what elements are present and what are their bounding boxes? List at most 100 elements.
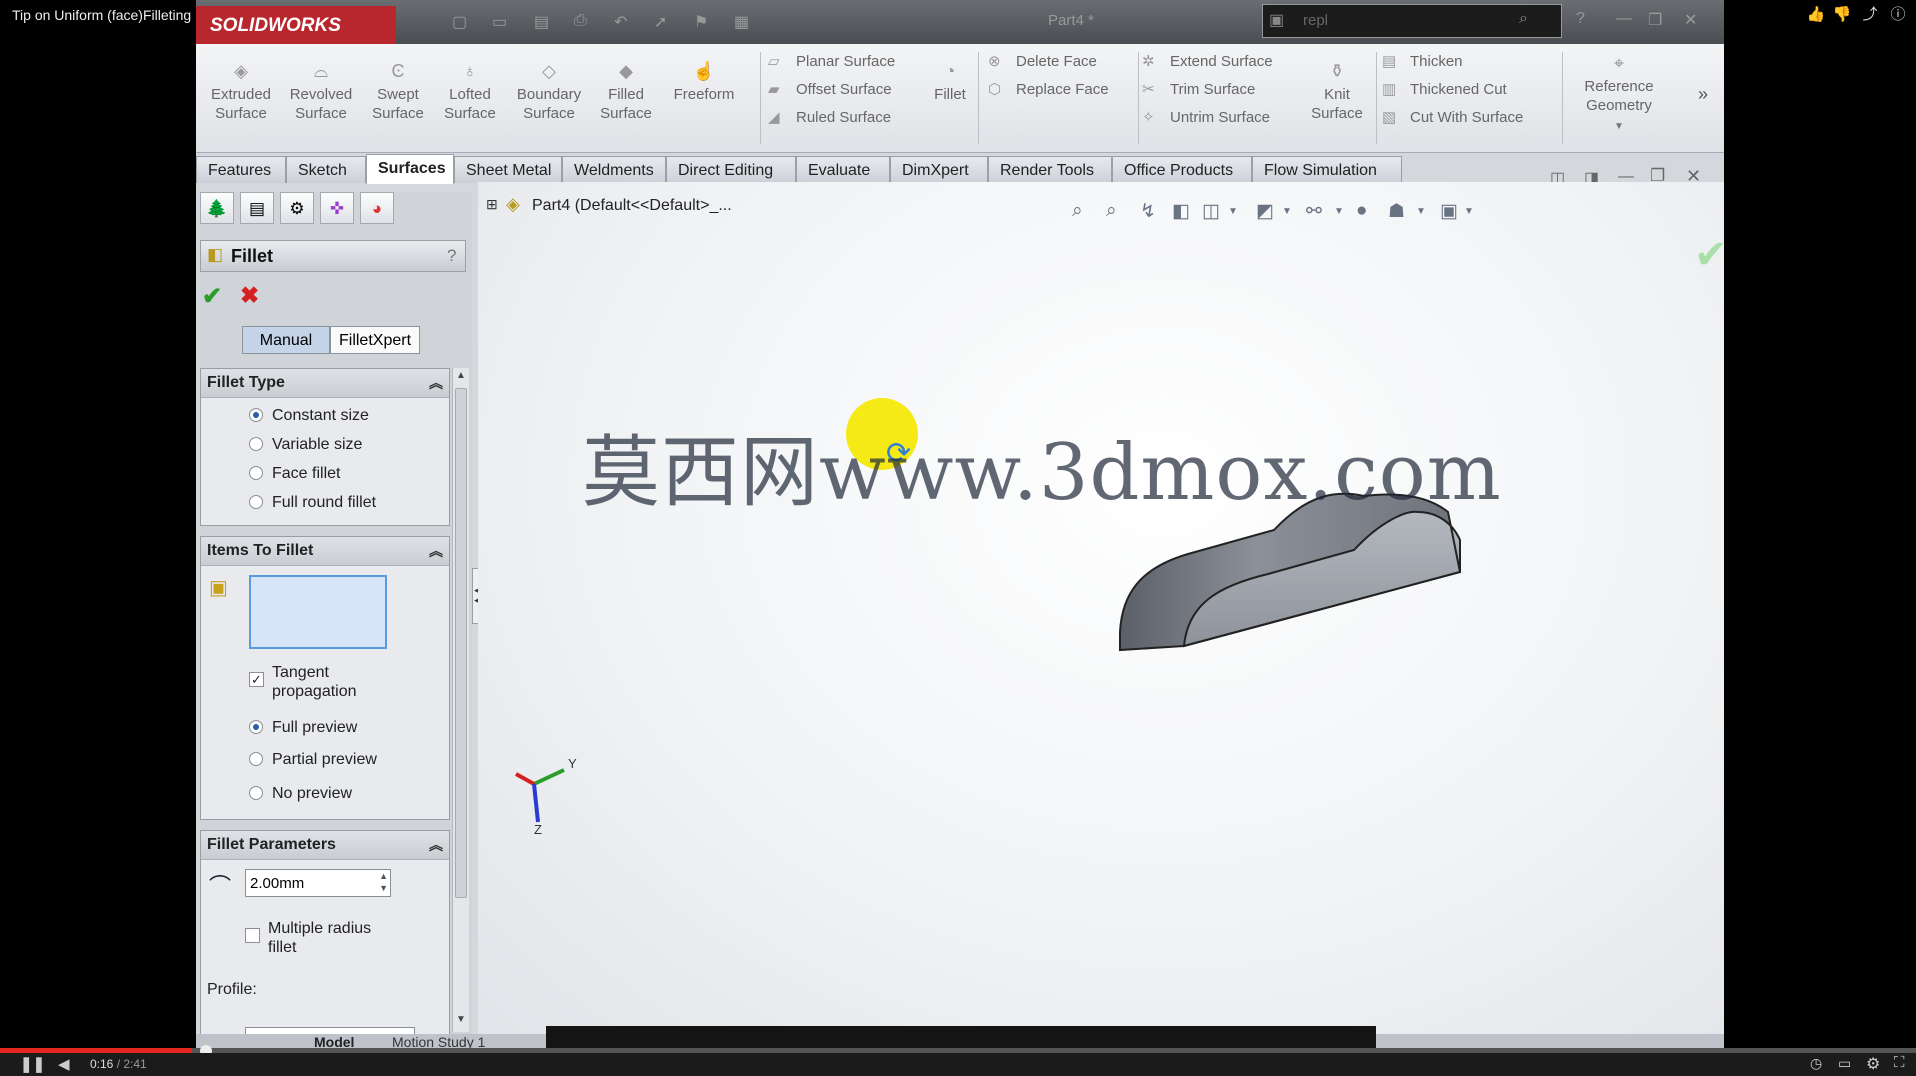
ribbon-expand-icon[interactable]: » xyxy=(1698,84,1708,105)
zoom-to-fit-icon[interactable]: ⌕ xyxy=(1072,200,1083,222)
help-icon[interactable]: ? xyxy=(1576,10,1585,28)
tab-sheet-metal[interactable]: Sheet Metal xyxy=(454,156,562,183)
expand-tree-icon[interactable]: ⊞ xyxy=(486,196,498,213)
extruded-surface-button[interactable]: ◈ Extruded Surface xyxy=(206,60,276,123)
hide-show-icon[interactable]: ⚯ xyxy=(1306,200,1322,223)
confirm-check-icon[interactable]: ✔ xyxy=(1694,232,1724,278)
chevron-down-icon[interactable]: ▼ xyxy=(1334,206,1344,217)
swept-surface-button[interactable]: Ͼ Swept Surface xyxy=(366,60,430,123)
fillet-type-header[interactable]: Fillet Type ︽ xyxy=(201,369,449,398)
collapse-icon[interactable]: ︽ xyxy=(429,373,443,393)
graphics-viewport[interactable]: ⊞ ◈ Part4 (Default<<Default>_... ⌕ ⌕ ↯ ◧… xyxy=(478,182,1724,1046)
search-box[interactable]: ▣ repl ⌕ xyxy=(1262,4,1562,38)
property-manager-icon[interactable]: ▤ xyxy=(240,192,274,224)
view-orientation-icon[interactable]: ◫ xyxy=(1202,200,1220,223)
multiple-radius-checkbox[interactable]: Multiple radius fillet xyxy=(245,919,371,957)
filled-surface-button[interactable]: ◆ Filled Surface xyxy=(594,60,658,123)
tab-evaluate[interactable]: Evaluate xyxy=(796,156,890,183)
partial-preview-radio[interactable]: Partial preview xyxy=(249,751,377,769)
volume-icon[interactable]: ◀ xyxy=(58,1055,70,1073)
revolved-surface-button[interactable]: ⌓ Revolved Surface xyxy=(286,60,356,123)
ok-check-icon[interactable]: ✔ xyxy=(202,282,222,311)
reference-geometry-button[interactable]: ⌖ Reference Geometry ▼ xyxy=(1570,52,1668,136)
new-doc-icon[interactable]: ▢ xyxy=(452,12,467,32)
constant-size-radio[interactable]: Constant size xyxy=(249,407,369,425)
freeform-button[interactable]: ☝ Freeform xyxy=(666,60,742,104)
dimxpert-manager-icon[interactable]: ✜ xyxy=(320,192,354,224)
search-input[interactable]: repl xyxy=(1303,12,1328,29)
knit-surface-button[interactable]: ⚱ Knit Surface xyxy=(1306,60,1368,123)
trim-surface-button[interactable]: ✂ Trim Surface xyxy=(1142,80,1255,98)
delete-face-button[interactable]: ⊗ Delete Face xyxy=(988,52,1097,70)
boundary-surface-button[interactable]: ◇ Boundary Surface xyxy=(512,60,586,123)
print-icon[interactable]: ⎙ xyxy=(574,12,587,30)
rebuild-icon[interactable]: ⚑ xyxy=(694,12,708,32)
captions-icon[interactable]: ▭ xyxy=(1838,1055,1851,1072)
tab-sketch[interactable]: Sketch xyxy=(286,156,366,183)
tangent-propagation-checkbox[interactable]: ✓ Tangent propagation xyxy=(249,663,357,701)
cut-with-surface-button[interactable]: ▧ Cut With Surface xyxy=(1382,108,1523,126)
variable-size-radio[interactable]: Variable size xyxy=(249,436,362,454)
spin-stepper-icon[interactable]: ▲ ▼ xyxy=(379,870,388,894)
previous-view-icon[interactable]: ↯ xyxy=(1140,200,1156,223)
display-style-icon[interactable]: ◩ xyxy=(1256,200,1274,223)
ruled-surface-button[interactable]: ◢ Ruled Surface xyxy=(768,108,891,126)
tab-dimxpert[interactable]: DimXpert xyxy=(890,156,988,183)
pause-icon[interactable]: ❚❚ xyxy=(20,1055,45,1073)
lofted-surface-button[interactable]: ♁ Lofted Surface xyxy=(438,60,502,123)
info-icon[interactable]: ⓘ xyxy=(1888,5,1908,25)
tab-features[interactable]: Features xyxy=(196,156,286,183)
zoom-to-area-icon[interactable]: ⌕ xyxy=(1106,200,1117,222)
scroll-thumb[interactable] xyxy=(455,388,467,898)
configuration-manager-icon[interactable]: ⚙ xyxy=(280,192,314,224)
open-icon[interactable]: ▭ xyxy=(492,12,507,32)
dislike-icon[interactable]: 👎 xyxy=(1832,5,1852,25)
thicken-button[interactable]: ▤ Thicken xyxy=(1382,52,1463,70)
radius-input[interactable]: 2.00mm ▲ ▼ xyxy=(245,869,391,897)
scene-icon[interactable]: ☗ xyxy=(1388,200,1405,223)
face-fillet-radio[interactable]: Face fillet xyxy=(249,465,340,483)
chevron-down-icon[interactable]: ▼ xyxy=(1228,206,1238,217)
tab-office-products[interactable]: Office Products xyxy=(1112,156,1252,183)
untrim-surface-button[interactable]: ✧ Untrim Surface xyxy=(1142,108,1270,126)
chevron-down-icon[interactable]: ▼ xyxy=(1464,206,1474,217)
close-icon[interactable]: ✕ xyxy=(1684,10,1697,30)
planar-surface-button[interactable]: ▱ Planar Surface xyxy=(768,52,895,70)
share-icon[interactable]: ⤴ xyxy=(1860,5,1880,25)
items-to-fillet-header[interactable]: Items To Fillet ︽ xyxy=(201,537,449,566)
tab-flow-simulation[interactable]: Flow Simulation xyxy=(1252,156,1402,183)
fillet-button[interactable]: ◔ Fillet xyxy=(928,60,972,104)
options-icon[interactable]: ▦ xyxy=(734,12,749,32)
extend-surface-button[interactable]: ✲ Extend Surface xyxy=(1142,52,1273,70)
display-manager-icon[interactable]: ◕ xyxy=(360,192,394,224)
help-icon[interactable]: ? xyxy=(447,246,456,266)
search-scope-icon[interactable]: ▣ xyxy=(1269,10,1284,30)
minimize-icon[interactable]: — xyxy=(1616,10,1632,28)
tab-render-tools[interactable]: Render Tools xyxy=(988,156,1112,183)
watch-later-icon[interactable]: ◷ xyxy=(1810,1055,1822,1072)
tab-weldments[interactable]: Weldments xyxy=(562,156,666,183)
like-icon[interactable]: 👍 xyxy=(1806,5,1826,25)
view-settings-icon[interactable]: ▣ xyxy=(1440,200,1458,223)
full-round-fillet-radio[interactable]: Full round fillet xyxy=(249,494,376,512)
scroll-up-icon[interactable]: ▲ xyxy=(456,370,466,381)
replace-face-button[interactable]: ⬡ Replace Face xyxy=(988,80,1109,98)
manual-tab[interactable]: Manual xyxy=(242,326,330,354)
filletxpert-tab[interactable]: FilletXpert xyxy=(330,326,420,354)
full-preview-radio[interactable]: Full preview xyxy=(249,719,357,737)
offset-surface-button[interactable]: ▰ Offset Surface xyxy=(768,80,892,98)
tab-direct-editing[interactable]: Direct Editing xyxy=(666,156,796,183)
items-selection-box[interactable] xyxy=(249,575,387,649)
no-preview-radio[interactable]: No preview xyxy=(249,785,352,803)
tab-surfaces[interactable]: Surfaces xyxy=(366,154,454,184)
section-view-icon[interactable]: ◧ xyxy=(1172,200,1190,223)
thickened-cut-button[interactable]: ▥ Thickened Cut xyxy=(1382,80,1507,98)
fullscreen-icon[interactable]: ⛶ xyxy=(1894,1054,1905,1071)
chevron-down-icon[interactable]: ▼ xyxy=(1282,206,1292,217)
chevron-down-icon[interactable]: ▼ xyxy=(1416,206,1426,217)
feature-tree-part[interactable]: Part4 (Default<<Default>_... xyxy=(532,197,732,215)
cancel-x-icon[interactable]: ✖ xyxy=(240,282,259,309)
collapse-icon[interactable]: ︽ xyxy=(429,541,443,561)
undo-icon[interactable]: ↶ xyxy=(614,12,627,32)
panel-scrollbar[interactable]: ▲ ▼ xyxy=(452,368,469,1032)
